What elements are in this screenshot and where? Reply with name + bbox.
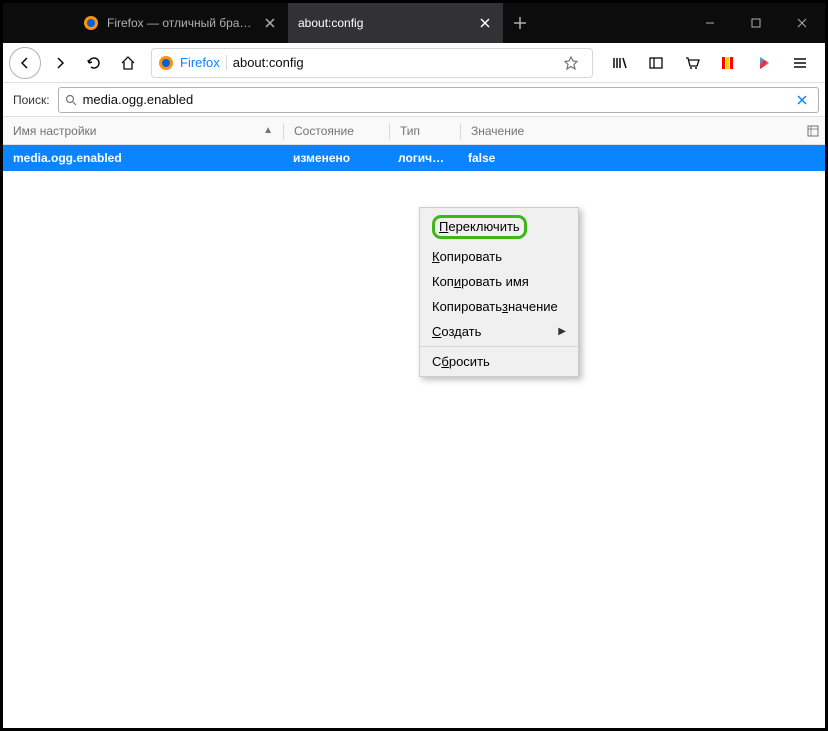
search-box[interactable] — [58, 87, 819, 113]
tab-firefox-promo[interactable]: Firefox — отличный браузер д — [73, 3, 288, 43]
column-header-status[interactable]: Состояние — [284, 117, 389, 144]
menu-icon[interactable] — [785, 48, 815, 78]
titlebar: Firefox — отличный браузер д about:confi… — [3, 3, 825, 43]
cell-status: изменено — [283, 151, 388, 165]
table-row[interactable]: media.ogg.enabled изменено логичес... fa… — [3, 145, 825, 171]
menu-item-copy[interactable]: Копировать — [420, 244, 578, 269]
reload-button[interactable] — [79, 48, 109, 78]
library-icon[interactable] — [605, 48, 635, 78]
cell-name: media.ogg.enabled — [3, 151, 283, 165]
close-window-button[interactable] — [779, 3, 825, 43]
submenu-arrow-icon: ▶ — [558, 326, 566, 337]
home-button[interactable] — [113, 48, 143, 78]
search-input[interactable] — [83, 92, 786, 107]
sort-indicator-icon: ▲ — [263, 125, 273, 136]
back-button[interactable] — [9, 47, 41, 79]
firefox-icon — [158, 55, 174, 71]
column-headers: Имя настройки ▲ Состояние Тип Значение — [3, 117, 825, 145]
forward-button[interactable] — [45, 48, 75, 78]
minimize-button[interactable] — [687, 3, 733, 43]
new-tab-button[interactable] — [503, 3, 537, 43]
close-icon[interactable] — [477, 15, 493, 31]
menu-item-copy-name[interactable]: Копировать имя — [420, 269, 578, 294]
url-text: about:config — [233, 55, 550, 70]
menu-separator — [420, 346, 578, 347]
config-search-bar: Поиск: — [3, 83, 825, 117]
column-header-name[interactable]: Имя настройки ▲ — [3, 117, 283, 144]
url-bar[interactable]: Firefox about:config — [151, 48, 593, 78]
bookmark-star-icon[interactable] — [556, 48, 586, 78]
column-header-value[interactable]: Значение — [461, 117, 801, 144]
play-icon[interactable] — [749, 48, 779, 78]
close-icon[interactable] — [262, 15, 278, 31]
firefox-icon — [83, 15, 99, 31]
tab-about-config[interactable]: about:config — [288, 3, 503, 43]
sidebar-icon[interactable] — [641, 48, 671, 78]
tab-label: Firefox — отличный браузер д — [107, 16, 254, 30]
nav-toolbar: Firefox about:config — [3, 43, 825, 83]
cell-type: логичес... — [388, 151, 458, 165]
clear-search-button[interactable] — [792, 94, 812, 106]
menu-item-toggle[interactable]: Переключить — [420, 210, 578, 244]
column-picker-icon[interactable] — [801, 125, 825, 137]
cart-icon[interactable] — [677, 48, 707, 78]
search-label: Поиск: — [9, 93, 50, 107]
yandex-icon[interactable] — [713, 48, 743, 78]
preferences-list: media.ogg.enabled изменено логичес... fa… — [3, 145, 825, 171]
menu-item-copy-value[interactable]: Копировать значение — [420, 294, 578, 319]
context-menu: Переключить Копировать Копировать имя Ко… — [419, 207, 579, 377]
menu-item-reset[interactable]: Сбросить — [420, 349, 578, 374]
tab-label: about:config — [298, 16, 469, 30]
column-header-type[interactable]: Тип — [390, 117, 460, 144]
menu-item-new[interactable]: Создать ▶ — [420, 319, 578, 344]
toolbar-right — [601, 48, 819, 78]
search-icon — [65, 94, 77, 106]
window-controls — [687, 3, 825, 43]
tab-strip: Firefox — отличный браузер д about:confi… — [3, 3, 687, 43]
maximize-button[interactable] — [733, 3, 779, 43]
cell-value: false — [458, 151, 825, 165]
identity-label: Firefox — [180, 55, 227, 70]
